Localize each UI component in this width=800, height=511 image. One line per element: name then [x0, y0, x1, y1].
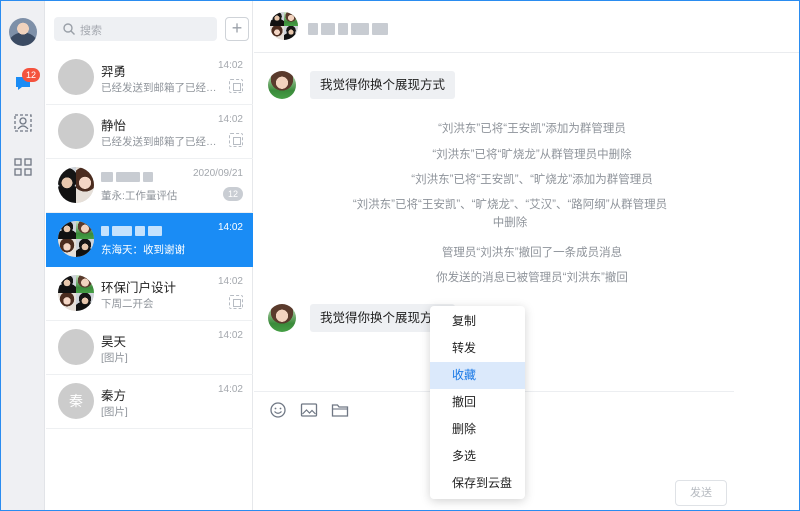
conversation-item[interactable]: 环保门户设计 14:02 下周二开会 [46, 267, 253, 321]
system-notice: “刘洪东”已将“旷烧龙”从群管理员中删除 [432, 149, 632, 161]
conversation-item[interactable]: 羿勇 14:02 已经发送到邮箱了已经发送... [46, 51, 253, 105]
search-placeholder: 搜索 [80, 25, 102, 37]
conversation-item-active[interactable]: 14:02 东海天：收到谢谢 [46, 213, 253, 267]
folder-icon[interactable] [331, 401, 349, 419]
my-avatar[interactable] [9, 18, 37, 46]
menu-item-delete[interactable]: 删除 [430, 416, 525, 443]
send-button[interactable]: 发送 [675, 480, 727, 506]
conversation-name-redacted [101, 169, 156, 183]
conversation-name-redacted [101, 223, 165, 237]
system-notice: “刘洪东”已将“王安凯”添加为群管理员 [438, 123, 626, 135]
conversation-item[interactable]: 秦 秦方 14:02 [图片] [46, 375, 253, 429]
nav-rail: 12 [1, 1, 45, 510]
menu-item-copy[interactable]: 复制 [430, 308, 525, 335]
chat-header [254, 1, 799, 53]
menu-item-favorite[interactable]: 收藏 [430, 362, 525, 389]
conversation-preview: 已经发送到邮箱了已经发送... [101, 82, 221, 94]
mute-icon [229, 133, 243, 147]
search-icon [63, 23, 75, 35]
unread-badge: 12 [22, 68, 41, 82]
letter-avatar: 秦 [58, 383, 94, 419]
system-notice: “刘洪东”已将“王安凯”、“旷烧龙”、“艾汉”、“路阿纲”从群管理员中删除 [352, 199, 668, 229]
conversation-preview: 已经发送到邮箱了已经发送... [101, 136, 221, 148]
avatar [58, 329, 94, 365]
conversation-name: 昊天 [101, 335, 127, 349]
group-avatar [58, 167, 94, 203]
conversation-preview: [图片] [101, 406, 128, 418]
menu-item-forward[interactable]: 转发 [430, 335, 525, 362]
conversation-name: 秦方 [101, 389, 127, 403]
conversation-time: 14:02 [217, 60, 243, 71]
conversation-time: 14:02 [217, 114, 243, 125]
search-input[interactable]: 搜索 [54, 17, 217, 41]
contacts-icon[interactable] [13, 113, 33, 133]
context-menu: 复制 转发 收藏 撤回 删除 多选 保存到云盘 [430, 306, 525, 499]
avatar [58, 113, 94, 149]
message-avatar[interactable] [268, 304, 296, 332]
menu-item-multiselect[interactable]: 多选 [430, 443, 525, 470]
conversation-item[interactable]: 昊天 14:02 [图片] [46, 321, 253, 375]
group-avatar [58, 221, 94, 257]
conversation-list: 搜索 + 羿勇 14:02 已经发送到邮箱了已经发送... 静怡 14:02 已… [46, 1, 253, 510]
mute-icon [229, 295, 243, 309]
group-avatar [58, 275, 94, 311]
menu-item-recall[interactable]: 撤回 [430, 389, 525, 416]
conversation-time: 14:02 [217, 222, 243, 233]
conversation-time: 14:02 [217, 384, 243, 395]
conversation-preview: [图片] [101, 352, 128, 364]
menu-item-save-to-cloud[interactable]: 保存到云盘 [430, 470, 525, 497]
conversation-preview: 下周二开会 [101, 298, 154, 310]
conversation-time: 14:02 [217, 276, 243, 287]
group-avatar [270, 12, 298, 40]
avatar [58, 59, 94, 95]
message-bubble[interactable]: 我觉得你换个展现方式 [310, 71, 456, 99]
mute-icon [229, 79, 243, 93]
system-notice: 你发送的消息已被管理员“刘洪东”撤回 [436, 272, 628, 284]
conversation-preview: 董永:工作量评估 [101, 190, 178, 202]
system-notice: “刘洪东”已将“王安凯”、“旷烧龙”添加为群管理员 [411, 174, 653, 186]
message-avatar[interactable] [268, 71, 296, 99]
conversation-name: 羿勇 [101, 65, 127, 79]
unread-count-badge: 12 [223, 187, 243, 201]
image-icon[interactable] [300, 401, 318, 419]
conversation-name: 环保门户设计 [101, 281, 177, 295]
system-notice: 管理员“刘洪东”撤回了一条成员消息 [441, 247, 623, 259]
emoji-icon[interactable] [269, 401, 287, 419]
conversation-time: 14:02 [217, 330, 243, 341]
conversation-time: 2020/09/21 [192, 168, 243, 179]
add-button[interactable]: + [225, 17, 249, 41]
apps-grid-icon[interactable] [13, 157, 33, 177]
chat-pane: 我觉得你换个展现方式 “刘洪东”已将“王安凯”添加为群管理员 “刘洪东”已将“旷… [254, 1, 799, 510]
conversation-item[interactable]: 2020/09/21 董永:工作量评估 12 [46, 159, 253, 213]
conversation-name: 静怡 [101, 119, 127, 133]
conversation-item[interactable]: 静怡 14:02 已经发送到邮箱了已经发送... [46, 105, 253, 159]
chat-title-redacted [308, 20, 391, 38]
conversation-preview: 东海天：收到谢谢 [101, 244, 185, 256]
